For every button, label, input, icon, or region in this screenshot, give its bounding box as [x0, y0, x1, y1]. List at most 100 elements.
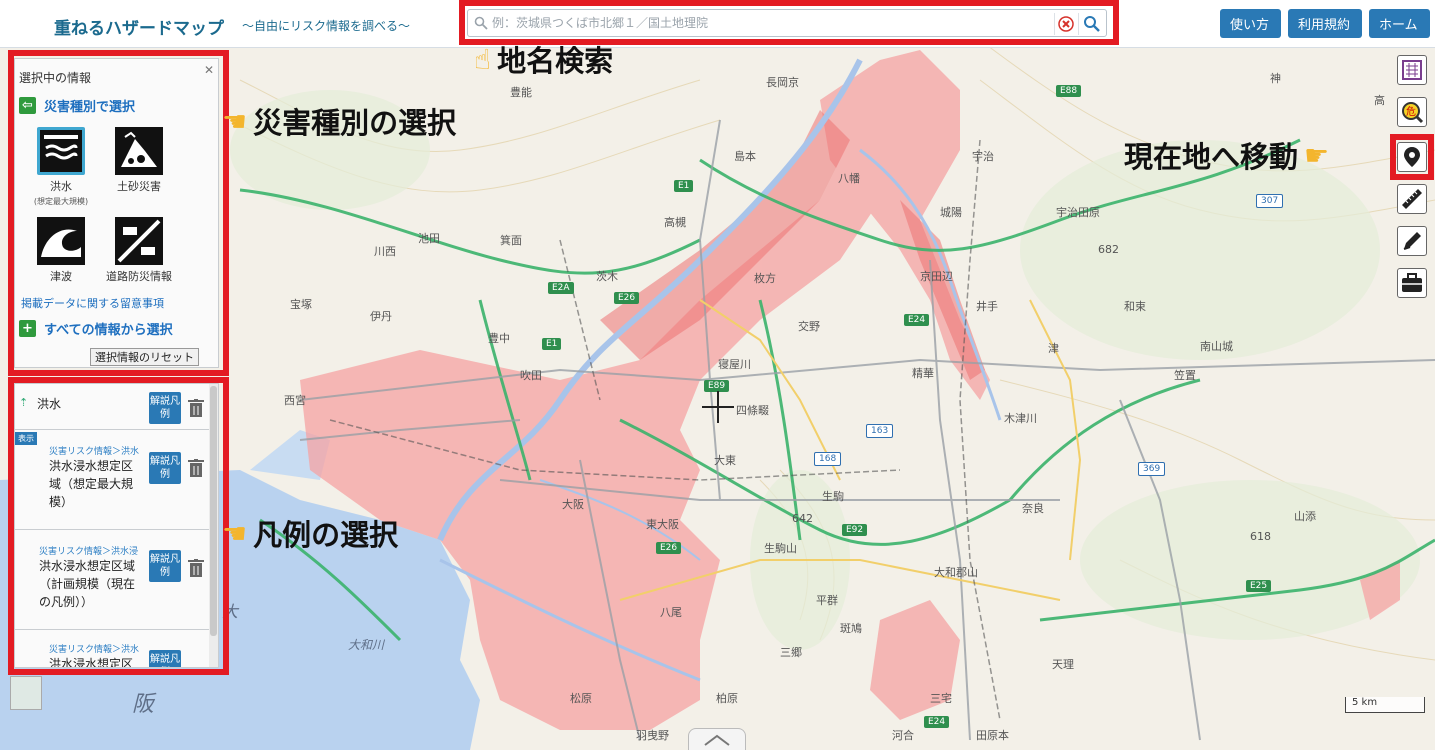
- map-place-label: 天理: [1052, 658, 1074, 671]
- map-place-label: 八尾: [660, 606, 682, 619]
- measure-tool-button[interactable]: [1397, 184, 1427, 214]
- ruler-icon: [1402, 189, 1422, 209]
- map-place-label: 箕面: [500, 234, 522, 247]
- hazard-search-tool-button[interactable]: 危: [1397, 97, 1427, 127]
- toolbox-button[interactable]: [1397, 268, 1427, 298]
- map-scale-bar: 5 km: [1345, 697, 1425, 713]
- annotation-hazard-select: ☚ 災害種別の選択: [222, 104, 457, 141]
- pointing-hand-icon: ☝: [474, 42, 492, 76]
- map-place-label: 伊丹: [370, 310, 392, 323]
- map-place-label: 枚方: [754, 272, 776, 285]
- map-place-label: 精華: [912, 367, 934, 380]
- minimap-toggle[interactable]: [10, 676, 42, 710]
- map-place-label: 交野: [798, 320, 820, 333]
- road-shield-label: 369: [1138, 462, 1166, 476]
- annotation-box: [8, 50, 229, 376]
- pencil-icon: [1403, 232, 1421, 250]
- map-place-label: 宇治: [972, 150, 994, 163]
- map-place-label: 大阪: [562, 498, 584, 511]
- location-pin-icon: [1404, 147, 1420, 167]
- annotation-box: [8, 377, 229, 675]
- map-place-label: 生駒: [822, 490, 844, 503]
- map-place-label: 井手: [976, 300, 998, 313]
- terms-button[interactable]: 利用規約: [1288, 9, 1362, 38]
- map-place-label: 高: [1374, 94, 1385, 107]
- app-title[interactable]: 重ねるハザードマップ: [54, 14, 224, 39]
- map-place-label: 津: [1048, 342, 1059, 355]
- road-shield-label: E88: [1056, 85, 1082, 97]
- map-place-label: 平群: [816, 594, 838, 607]
- app-subtitle: ～自由にリスク情報を調べる～: [242, 19, 411, 33]
- map-place-label: 豊中: [488, 332, 510, 345]
- map-place-label: 京田辺: [920, 270, 953, 283]
- pointing-hand-icon: ☛: [1304, 138, 1330, 172]
- pointing-hand-icon: ☚: [222, 516, 248, 550]
- chevron-up-icon: [704, 734, 730, 746]
- map-place-label: 和束: [1124, 300, 1146, 313]
- map-place-label: 吹田: [520, 369, 542, 382]
- map-place-label: 682: [1098, 243, 1119, 256]
- road-shield-label: E25: [1246, 580, 1272, 592]
- map-place-label: 寝屋川: [718, 358, 751, 371]
- map-place-label: 三郷: [780, 646, 802, 659]
- road-shield-label: E26: [614, 292, 640, 304]
- map-place-label: 奈良: [1022, 502, 1044, 515]
- map-place-label: 西宮: [284, 394, 306, 407]
- map-place-label: 池田: [418, 232, 440, 245]
- map-place-label: 南山城: [1200, 340, 1233, 353]
- annotation-current-location: 現在地へ移動 ☛: [1124, 138, 1330, 175]
- map-place-label: 木津川: [1004, 412, 1037, 425]
- map-place-label: 大和郡山: [934, 566, 978, 579]
- map-place-label: 城陽: [940, 206, 962, 219]
- map-place-label: 豊能: [510, 86, 532, 99]
- map-place-label: 宇治田原: [1056, 206, 1100, 219]
- road-shield-label: E1: [542, 338, 562, 350]
- road-shield-label: 163: [866, 424, 894, 438]
- road-shield-label: 307: [1256, 194, 1284, 208]
- map-place-label: 茨木: [596, 270, 618, 283]
- map-place-label: 松原: [570, 692, 592, 705]
- road-shield-label: E1: [674, 180, 694, 192]
- draw-tool-button[interactable]: [1397, 226, 1427, 256]
- road-shield-label: E24: [924, 716, 950, 728]
- map-place-label: 642: [792, 512, 813, 525]
- map-place-label: 斑鳩: [840, 622, 862, 635]
- howto-button[interactable]: 使い方: [1220, 9, 1281, 38]
- map-place-label: 山添: [1294, 510, 1316, 523]
- map-place-label: 田原本: [976, 729, 1009, 742]
- map-place-label: 四條畷: [736, 404, 769, 417]
- map-place-label: 大東: [714, 454, 736, 467]
- map-place-label: 生駒山: [764, 542, 797, 555]
- map-place-label: 川西: [374, 245, 396, 258]
- map-place-label: 長岡京: [766, 76, 799, 89]
- svg-text:危: 危: [1406, 106, 1416, 118]
- map-center-crosshair-icon: [702, 391, 734, 423]
- danger-search-icon: 危: [1402, 102, 1424, 124]
- home-button[interactable]: ホーム: [1369, 9, 1430, 38]
- annotation-place-search: ☝ 地名検索: [474, 42, 614, 79]
- map-place-label: 羽曳野: [636, 729, 669, 742]
- road-shield-label: E92: [842, 524, 868, 536]
- map-place-label: 柏原: [716, 692, 738, 705]
- sea-label: 阪: [132, 692, 155, 717]
- map-place-label: 八幡: [838, 172, 860, 185]
- map-place-label: 三宅: [930, 692, 952, 705]
- bottom-panel-toggle[interactable]: [688, 728, 746, 750]
- map-place-label: 高槻: [664, 216, 686, 229]
- map-place-label: 神: [1270, 72, 1281, 85]
- map-place-label: 東大阪: [646, 518, 679, 531]
- pointing-hand-icon: ☚: [222, 104, 248, 138]
- map-place-label: 河合: [892, 729, 914, 742]
- road-shield-label: E2A: [548, 282, 574, 294]
- layer-tool-button[interactable]: [1397, 55, 1427, 85]
- current-location-button[interactable]: [1397, 142, 1427, 172]
- map-place-label: 618: [1250, 530, 1271, 543]
- road-shield-label: E26: [656, 542, 682, 554]
- map-layers-icon: [1402, 60, 1422, 80]
- road-shield-label: 168: [814, 452, 842, 466]
- road-shield-label: E24: [904, 314, 930, 326]
- map-place-label: 宝塚: [290, 298, 312, 311]
- map-place-label: 笠置: [1174, 369, 1196, 382]
- briefcase-icon: [1402, 273, 1422, 292]
- map-place-label: 島本: [734, 150, 756, 163]
